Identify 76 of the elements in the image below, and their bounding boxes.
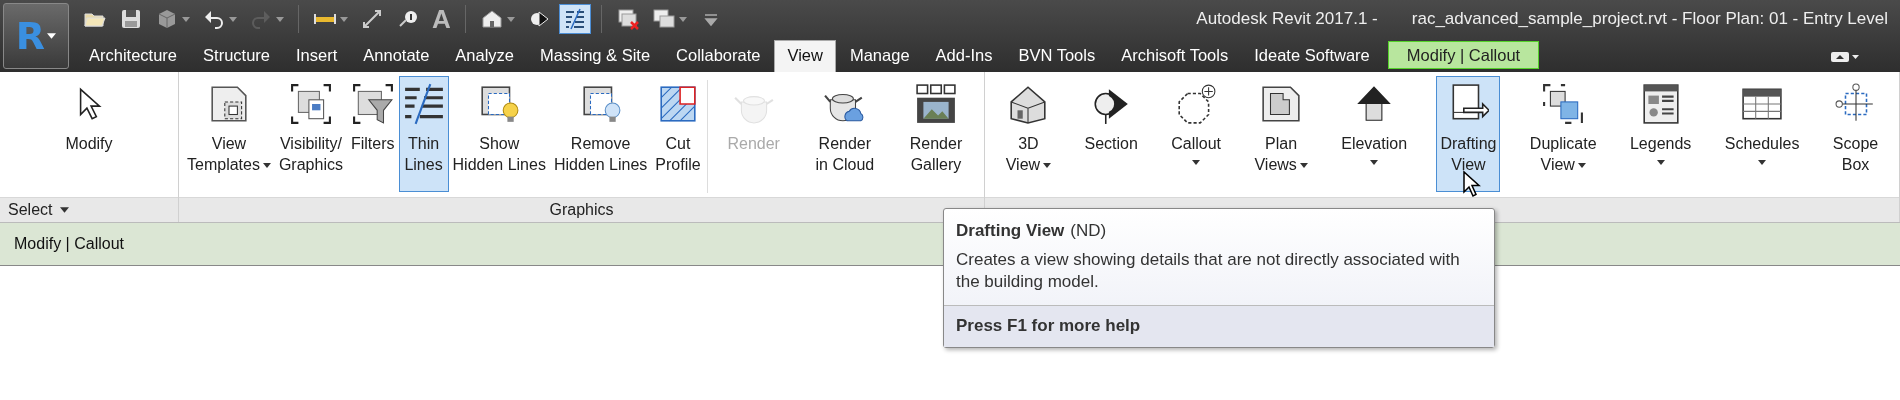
- ribbon-button[interactable]: Show Hidden Lines: [448, 76, 550, 192]
- ribbon-tab[interactable]: Insert: [284, 40, 350, 72]
- panel-title: Graphics: [549, 201, 614, 219]
- ribbon-tab[interactable]: Massing & Site: [528, 40, 663, 72]
- ribbon-button[interactable]: Scope Box: [1828, 76, 1883, 192]
- caret-icon: [229, 16, 237, 22]
- caret-icon: [60, 207, 70, 213]
- text-button[interactable]: A: [428, 4, 455, 34]
- save-icon: [119, 7, 143, 31]
- ribbon-button[interactable]: Visibility/ Graphics: [274, 76, 347, 192]
- ribbon-button[interactable]: Section: [1080, 76, 1142, 192]
- caret-icon: [47, 33, 57, 39]
- ribbon-tab[interactable]: Analyze: [443, 40, 527, 72]
- tooltip-title: Drafting View: [956, 221, 1065, 241]
- caret-icon: [276, 16, 284, 22]
- duplicate-cube-icon: [1542, 83, 1585, 125]
- ribbon-button[interactable]: Elevation: [1337, 76, 1412, 192]
- ribbon-button[interactable]: Modify: [61, 76, 117, 192]
- context-label: Modify | Callout: [14, 235, 124, 253]
- ribbon-tab[interactable]: BVN Tools: [1006, 40, 1108, 72]
- ribbon-button[interactable]: Callout: [1167, 76, 1226, 192]
- ribbon-tab[interactable]: View: [774, 40, 836, 72]
- panel-title[interactable]: Select: [8, 201, 53, 219]
- mouse-pointer-icon: [1462, 170, 1482, 198]
- gallery-icon: [914, 83, 957, 125]
- ribbon-button[interactable]: 3D View: [1001, 76, 1056, 192]
- ribbon-button[interactable]: Thin Lines: [398, 76, 449, 192]
- shortcut-key: (ND): [1070, 221, 1107, 241]
- caret-icon: [678, 16, 687, 22]
- caret-icon: [340, 16, 348, 22]
- ribbon-button[interactable]: Render in Cloud: [811, 76, 879, 192]
- caret-icon: [262, 163, 271, 169]
- cube-frame-icon: [289, 83, 332, 125]
- contextual-tab[interactable]: Modify | Callout: [1387, 41, 1540, 69]
- ribbon-button[interactable]: Duplicate View: [1525, 76, 1601, 192]
- ribbon-tab[interactable]: Structure: [191, 40, 282, 72]
- ribbon-button[interactable]: Filters: [346, 76, 399, 192]
- floor-plan-icon: [1260, 83, 1303, 125]
- ribbon-tab[interactable]: Ideate Software: [1242, 40, 1382, 72]
- app-name: Autodesk Revit 2017.1 -: [1196, 9, 1378, 29]
- ribbon-button[interactable]: Remove Hidden Lines: [549, 76, 652, 192]
- caret-icon: [1577, 163, 1586, 169]
- caret-icon: [1299, 163, 1308, 169]
- ribbon-tab[interactable]: Manage: [837, 40, 922, 72]
- ribbon-toggle-icon: [1830, 50, 1860, 64]
- hatched-square-icon: [657, 83, 699, 125]
- thin-lines-button[interactable]: [558, 4, 591, 34]
- ribbon-button[interactable]: View Templates: [183, 76, 275, 192]
- ribbon-tab[interactable]: Annotate: [351, 40, 442, 72]
- caret-icon: [1656, 160, 1665, 165]
- caret-icon: [1370, 160, 1379, 165]
- ribbon-button[interactable]: Drafting View: [1436, 76, 1501, 192]
- ribbon-button[interactable]: Legends: [1625, 76, 1696, 192]
- close-windows-icon: [615, 7, 640, 31]
- ribbon-tab[interactable]: Add-Ins: [923, 40, 1005, 72]
- dimension-icon: [360, 7, 384, 31]
- caret-icon: [182, 16, 190, 22]
- ribbon-button[interactable]: Plan Views: [1250, 76, 1312, 192]
- ribbon-button[interactable]: Cut Profile: [651, 76, 705, 192]
- thin-lines-icon: [402, 83, 445, 125]
- tooltip-description: Creates a view showing details that are not directly associated with the building model.: [956, 249, 1461, 293]
- caret-icon: [1043, 163, 1052, 169]
- ribbon-button[interactable]: Render Gallery: [905, 76, 967, 192]
- ribbon-tab[interactable]: Archisoft Tools: [1109, 40, 1241, 72]
- caret-icon: [506, 16, 515, 22]
- ribbon-tab[interactable]: Collaborate: [664, 40, 773, 72]
- caret-icon: [1758, 160, 1767, 165]
- caret-icon: [1192, 160, 1201, 165]
- funnel-icon: [351, 83, 394, 125]
- switch-windows-icon: [651, 7, 676, 31]
- ribbon-tab[interactable]: Architecture: [77, 40, 190, 72]
- help-hint: Press F1 for more help: [956, 316, 1141, 335]
- document-title: rac_advanced_sample_project.rvt - Floor Plan: 01 - Entry Level: [1411, 9, 1888, 29]
- callout-icon: [1175, 83, 1218, 125]
- ribbon-button[interactable]: Schedules: [1720, 76, 1804, 192]
- lightbulb-icon: [478, 83, 521, 125]
